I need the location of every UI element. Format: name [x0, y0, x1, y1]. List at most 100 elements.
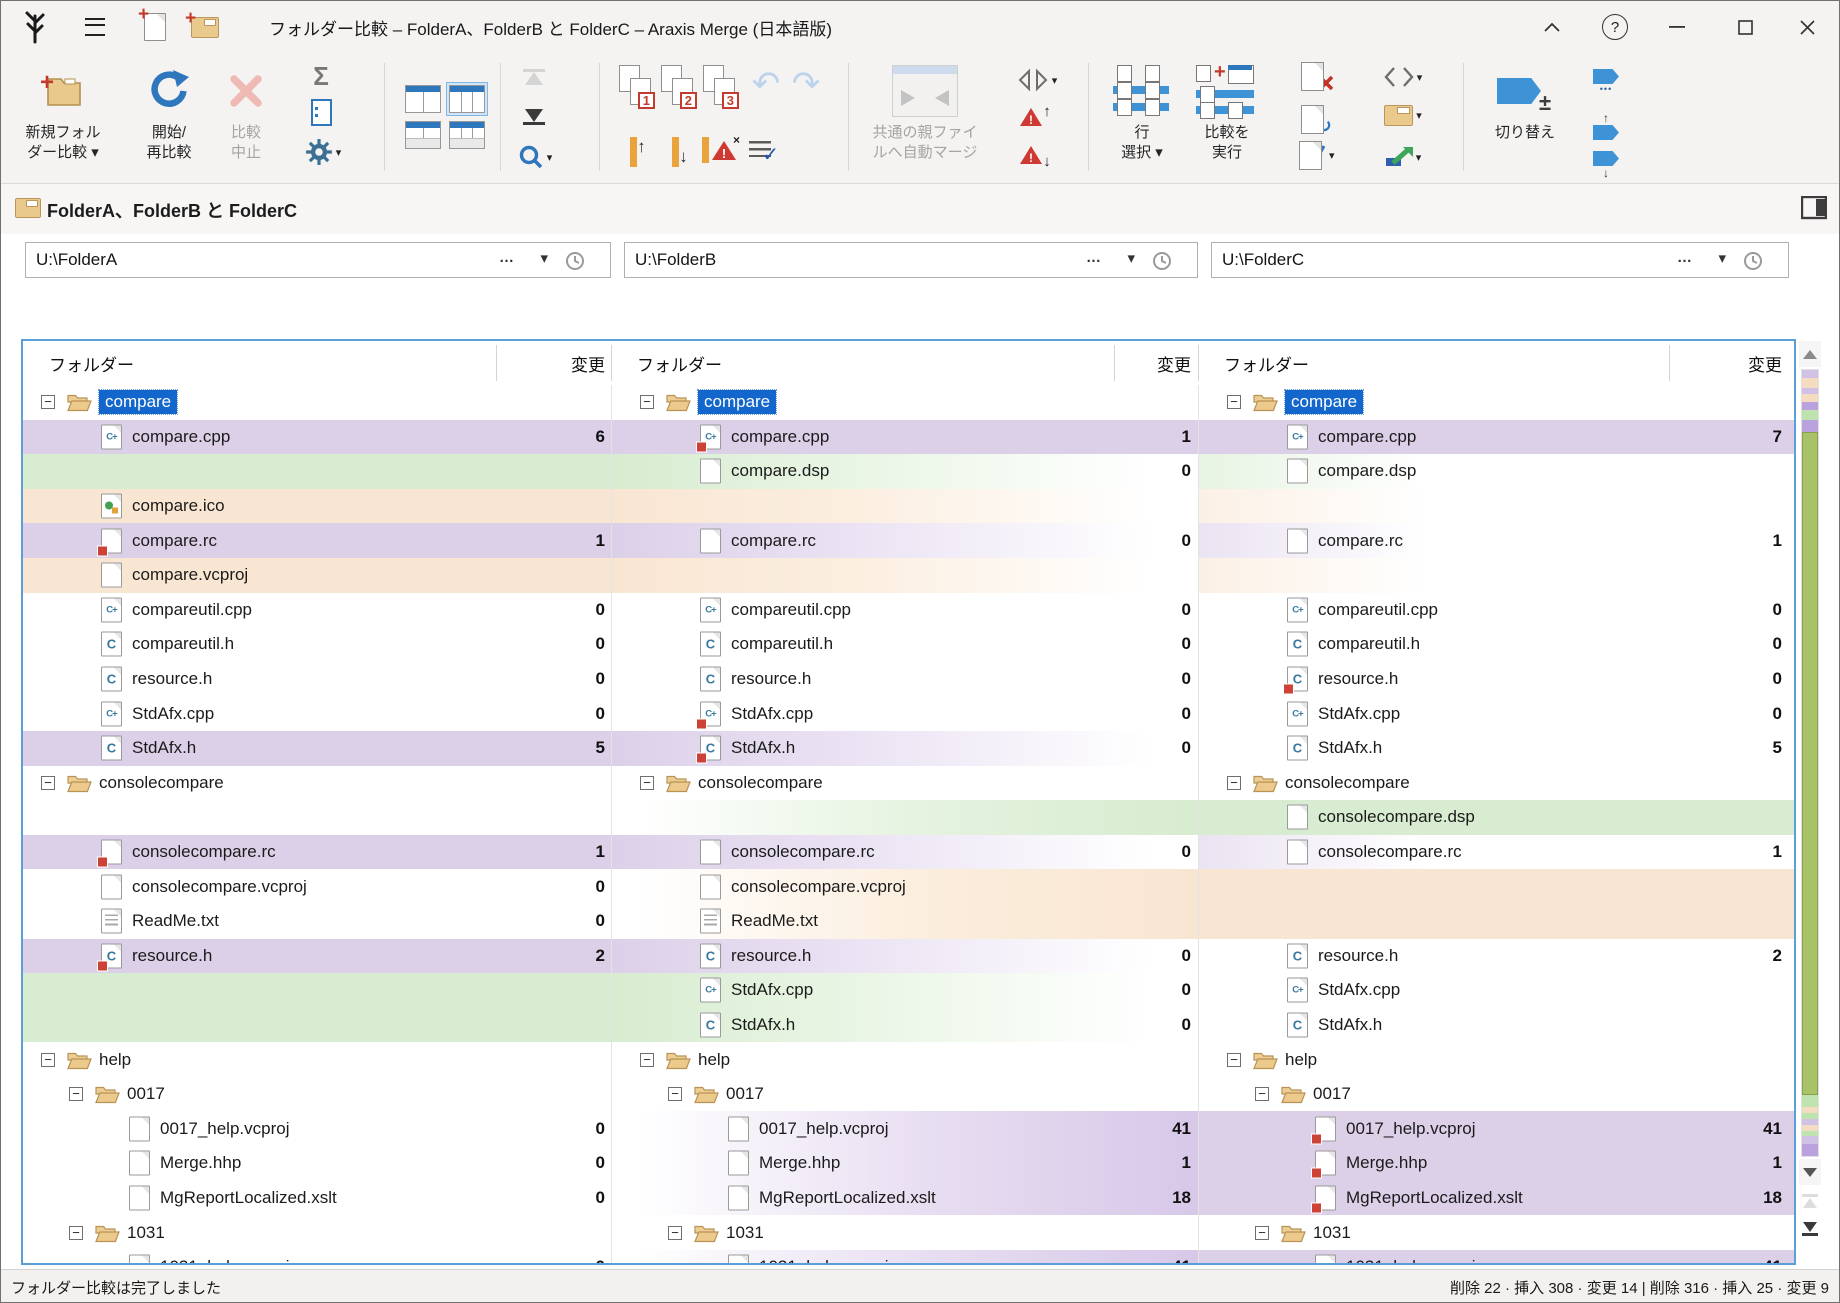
collapse-toggle[interactable]: −: [69, 1087, 83, 1101]
file-name[interactable]: compareutil.cpp: [731, 600, 851, 620]
tree-row-folder-0017[interactable]: −0017−0017−0017: [23, 1077, 1794, 1112]
collapse-toggle[interactable]: −: [41, 395, 55, 409]
file-name[interactable]: compare.dsp: [1318, 461, 1416, 481]
scrollbar-minimap-track[interactable]: [1801, 369, 1819, 1157]
maximize-panel-button[interactable]: [1801, 196, 1827, 225]
file-name[interactable]: StdAfx.h: [731, 1015, 795, 1035]
file-name[interactable]: 1031_help.vcproj: [160, 1257, 289, 1263]
folder-name[interactable]: compare: [99, 390, 177, 414]
collapse-toggle[interactable]: −: [640, 395, 654, 409]
file-name[interactable]: Merge.hhp: [160, 1153, 241, 1173]
file-name[interactable]: MgReportLocalized.xslt: [1346, 1188, 1523, 1208]
file-name[interactable]: MgReportLocalized.xslt: [759, 1188, 936, 1208]
row-selection-button[interactable]: 行選択 ▾: [1109, 59, 1175, 163]
column-header-changes-c[interactable]: 変更: [1702, 351, 1782, 376]
file-name[interactable]: compare.vcproj: [132, 565, 248, 585]
file-name[interactable]: StdAfx.cpp: [1318, 980, 1400, 1000]
file-name[interactable]: ReadMe.txt: [132, 911, 219, 931]
browse-button[interactable]: …: [1086, 249, 1101, 266]
column-header-folder-b[interactable]: フォルダー: [637, 351, 722, 376]
close-button[interactable]: [1785, 7, 1829, 47]
find-button[interactable]: ▾: [509, 141, 561, 173]
tree-row-file[interactable]: ReadMe.txt0ReadMe.txt: [23, 904, 1794, 939]
folder-name[interactable]: 1031: [127, 1223, 165, 1243]
help-button[interactable]: ?: [1593, 7, 1637, 47]
tree-row-folder-1031[interactable]: −1031−1031−1031: [23, 1215, 1794, 1250]
previous-change-button[interactable]: ↑: [621, 137, 655, 167]
collapse-toggle[interactable]: −: [668, 1226, 682, 1240]
folder-name[interactable]: help: [698, 1050, 730, 1070]
folder-name[interactable]: consolecompare: [99, 773, 224, 793]
tree-row-folder-consolecompare[interactable]: −consolecompare−consolecompare−consoleco…: [23, 766, 1794, 801]
tree-row-file[interactable]: StdAfx.cpp0StdAfx.cpp0StdAfx.cpp0: [23, 696, 1794, 731]
file-name[interactable]: compare.cpp: [731, 427, 829, 447]
folder-name[interactable]: 0017: [127, 1084, 165, 1104]
file-name[interactable]: 0017_help.vcproj: [1346, 1119, 1475, 1139]
file-name[interactable]: 0017_help.vcproj: [160, 1119, 289, 1139]
folder-name[interactable]: 0017: [726, 1084, 764, 1104]
collapse-toggle[interactable]: −: [1227, 1053, 1241, 1067]
file-name[interactable]: consolecompare.vcproj: [731, 877, 906, 897]
dropdown-button[interactable]: ▾: [1127, 249, 1135, 267]
collapse-toggle[interactable]: −: [640, 776, 654, 790]
file-name[interactable]: consolecompare.rc: [1318, 842, 1462, 862]
scrollbar-thumb[interactable]: [1802, 432, 1818, 1095]
new-folder-comparison-button[interactable]: + 新規フォルダー比較 ▾: [11, 59, 115, 163]
file-name[interactable]: Merge.hhp: [759, 1153, 840, 1173]
file-name[interactable]: StdAfx.cpp: [132, 704, 214, 724]
tree-row-file[interactable]: compare.cpp6compare.cpp1compare.cpp7: [23, 420, 1794, 455]
delete-file-button[interactable]: [1301, 61, 1334, 91]
collapse-toggle[interactable]: −: [41, 776, 55, 790]
tree-row-file[interactable]: resource.h0resource.h0resource.h0: [23, 662, 1794, 697]
tree-row-file[interactable]: Merge.hhp0Merge.hhp1Merge.hhp1: [23, 1146, 1794, 1181]
scroll-up-button[interactable]: [1799, 341, 1821, 367]
column-header-folder-a[interactable]: フォルダー: [49, 351, 134, 376]
next-change-button[interactable]: ↓: [663, 137, 697, 167]
file-name[interactable]: resource.h: [132, 669, 212, 689]
tree-row-file[interactable]: compareutil.h0compareutil.h0compareutil.…: [23, 627, 1794, 662]
file-name[interactable]: StdAfx.h: [132, 738, 196, 758]
tree-row-file[interactable]: consolecompare.dsp: [23, 800, 1794, 835]
statistics-button[interactable]: Σ: [301, 61, 341, 91]
copy-to-pane1-button[interactable]: 1: [619, 65, 655, 109]
dropdown-button[interactable]: ▾: [1718, 249, 1726, 267]
file-name[interactable]: compare.rc: [1318, 531, 1403, 551]
layout-two-pane-button[interactable]: [404, 84, 442, 114]
collapse-toggle[interactable]: −: [1227, 395, 1241, 409]
file-name[interactable]: consolecompare.vcproj: [132, 877, 307, 897]
maximize-button[interactable]: [1723, 7, 1767, 47]
minimize-button[interactable]: [1655, 7, 1699, 47]
folder-name[interactable]: compare: [698, 390, 776, 414]
folder-name[interactable]: help: [99, 1050, 131, 1070]
file-name[interactable]: StdAfx.cpp: [1318, 704, 1400, 724]
collapse-toggle[interactable]: −: [668, 1087, 682, 1101]
flag-options-button[interactable]: •••: [1593, 69, 1619, 94]
tree-row-file[interactable]: compare.dsp0compare.dsp: [23, 454, 1794, 489]
file-name[interactable]: resource.h: [132, 946, 212, 966]
file-name[interactable]: consolecompare.rc: [731, 842, 875, 862]
path-input-folder-a[interactable]: U:\FolderA … ▾: [25, 242, 611, 278]
column-header-changes-b[interactable]: 変更: [1111, 351, 1191, 376]
file-name[interactable]: consolecompare.rc: [132, 842, 276, 862]
file-name[interactable]: Merge.hhp: [1346, 1153, 1427, 1173]
file-name[interactable]: compare.rc: [731, 531, 816, 551]
file-name[interactable]: resource.h: [1318, 946, 1398, 966]
file-name[interactable]: compareutil.h: [731, 634, 833, 654]
skip-change-button[interactable]: ! ×: [701, 137, 745, 163]
collapse-toggle[interactable]: −: [69, 1226, 83, 1240]
file-name[interactable]: compareutil.h: [1318, 634, 1420, 654]
open-folder-button[interactable]: ▾: [1375, 105, 1431, 126]
options-button[interactable]: ▾: [297, 135, 349, 169]
collapse-ribbon-button[interactable]: [1530, 7, 1574, 47]
file-name[interactable]: compareutil.h: [132, 634, 234, 654]
accept-changes-button[interactable]: ✓: [749, 139, 775, 163]
tree-row-file[interactable]: compare.vcproj: [23, 558, 1794, 593]
folder-name[interactable]: compare: [1285, 390, 1363, 414]
file-name[interactable]: StdAfx.h: [1318, 1015, 1382, 1035]
tree-row-file[interactable]: consolecompare.rc1consolecompare.rc0cons…: [23, 835, 1794, 870]
open-external-button[interactable]: ▾: [1373, 145, 1433, 169]
folder-name[interactable]: consolecompare: [1285, 773, 1410, 793]
file-name[interactable]: resource.h: [1318, 669, 1398, 689]
path-input-folder-c[interactable]: U:\FolderC … ▾: [1211, 242, 1789, 278]
run-comparison-of-rows-button[interactable]: + 比較を実行: [1189, 59, 1265, 163]
